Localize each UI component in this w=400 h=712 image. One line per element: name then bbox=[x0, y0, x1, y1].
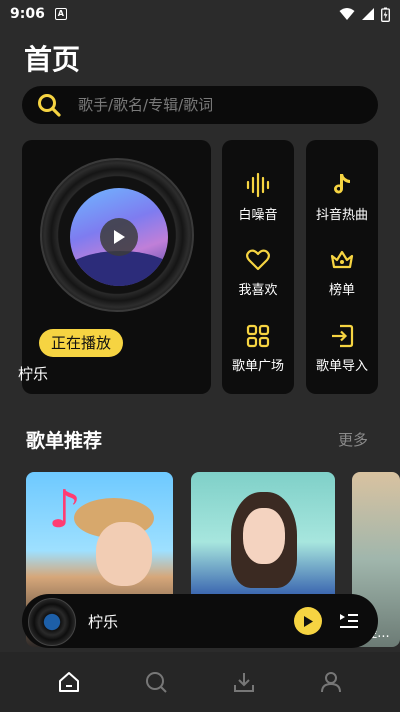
shortcut-favorites[interactable]: 我喜欢 bbox=[222, 247, 294, 298]
tiktok-icon bbox=[334, 174, 350, 194]
mini-player[interactable]: 柠乐 bbox=[22, 594, 378, 648]
playlist-icon[interactable] bbox=[338, 610, 360, 632]
status-icons bbox=[339, 7, 390, 22]
mini-vinyl-icon bbox=[28, 598, 76, 646]
shortcut-label: 榜单 bbox=[328, 283, 355, 298]
status-time: 9:06 bbox=[10, 6, 45, 22]
heart-icon bbox=[246, 249, 270, 271]
wifi-icon bbox=[339, 8, 355, 20]
nav-home[interactable] bbox=[54, 667, 84, 697]
mini-play-button[interactable] bbox=[294, 607, 322, 635]
nav-search[interactable] bbox=[141, 667, 171, 697]
nav-download[interactable] bbox=[229, 667, 259, 697]
shortcut-label: 歌单广场 bbox=[231, 359, 284, 374]
more-link[interactable]: 更多 bbox=[338, 429, 368, 450]
playlist-cover-face bbox=[96, 522, 152, 586]
shortcut-playlist-import[interactable]: 歌单导入 bbox=[306, 323, 378, 374]
shortcut-card-left: 白噪音 我喜欢 歌单广场 bbox=[222, 140, 294, 394]
play-button[interactable] bbox=[100, 218, 138, 256]
album-art bbox=[70, 188, 168, 286]
profile-icon bbox=[321, 672, 342, 693]
vinyl-record bbox=[40, 158, 194, 312]
playlist-cover-face bbox=[243, 508, 285, 564]
page-title: 首页 bbox=[24, 43, 81, 76]
now-playing-song: 柠乐 bbox=[18, 365, 49, 383]
home-icon bbox=[58, 672, 79, 692]
search-icon bbox=[38, 94, 61, 117]
section-title: 歌单推荐 bbox=[26, 430, 103, 452]
nav-profile[interactable] bbox=[316, 667, 346, 697]
album-art-hill bbox=[70, 251, 168, 286]
crown-icon bbox=[330, 250, 354, 269]
shortcut-white-noise[interactable]: 白噪音 bbox=[222, 172, 294, 223]
shortcut-card-right: 抖音热曲 榜单 歌单导入 bbox=[306, 140, 378, 394]
now-playing-badge: 正在播放 bbox=[39, 329, 124, 357]
status-bar: 9:06 A bbox=[0, 0, 400, 28]
waveform-icon bbox=[246, 172, 270, 198]
import-icon bbox=[332, 324, 354, 348]
mini-player-title: 柠乐 bbox=[88, 613, 119, 631]
now-playing-card[interactable]: 正在播放 bbox=[22, 140, 211, 394]
play-icon bbox=[304, 615, 313, 627]
shortcut-playlist-square[interactable]: 歌单广场 bbox=[222, 323, 294, 374]
grid-icon bbox=[246, 324, 270, 348]
shortcut-label: 歌单导入 bbox=[315, 359, 368, 374]
shortcut-label: 白噪音 bbox=[238, 208, 278, 223]
bottom-nav bbox=[0, 652, 400, 712]
download-icon bbox=[233, 673, 254, 692]
shortcut-label: 我喜欢 bbox=[238, 283, 278, 298]
battery-icon bbox=[381, 7, 390, 22]
play-icon bbox=[114, 230, 125, 244]
search-icon bbox=[146, 672, 167, 693]
search-input[interactable] bbox=[78, 96, 348, 114]
shortcut-charts[interactable]: 榜单 bbox=[306, 247, 378, 298]
signal-icon bbox=[362, 8, 374, 20]
search-bar[interactable] bbox=[22, 86, 378, 124]
shortcut-label: 抖音热曲 bbox=[315, 208, 368, 223]
notification-icon: A bbox=[54, 8, 67, 20]
shortcut-tiktok-hits[interactable]: 抖音热曲 bbox=[306, 172, 378, 223]
